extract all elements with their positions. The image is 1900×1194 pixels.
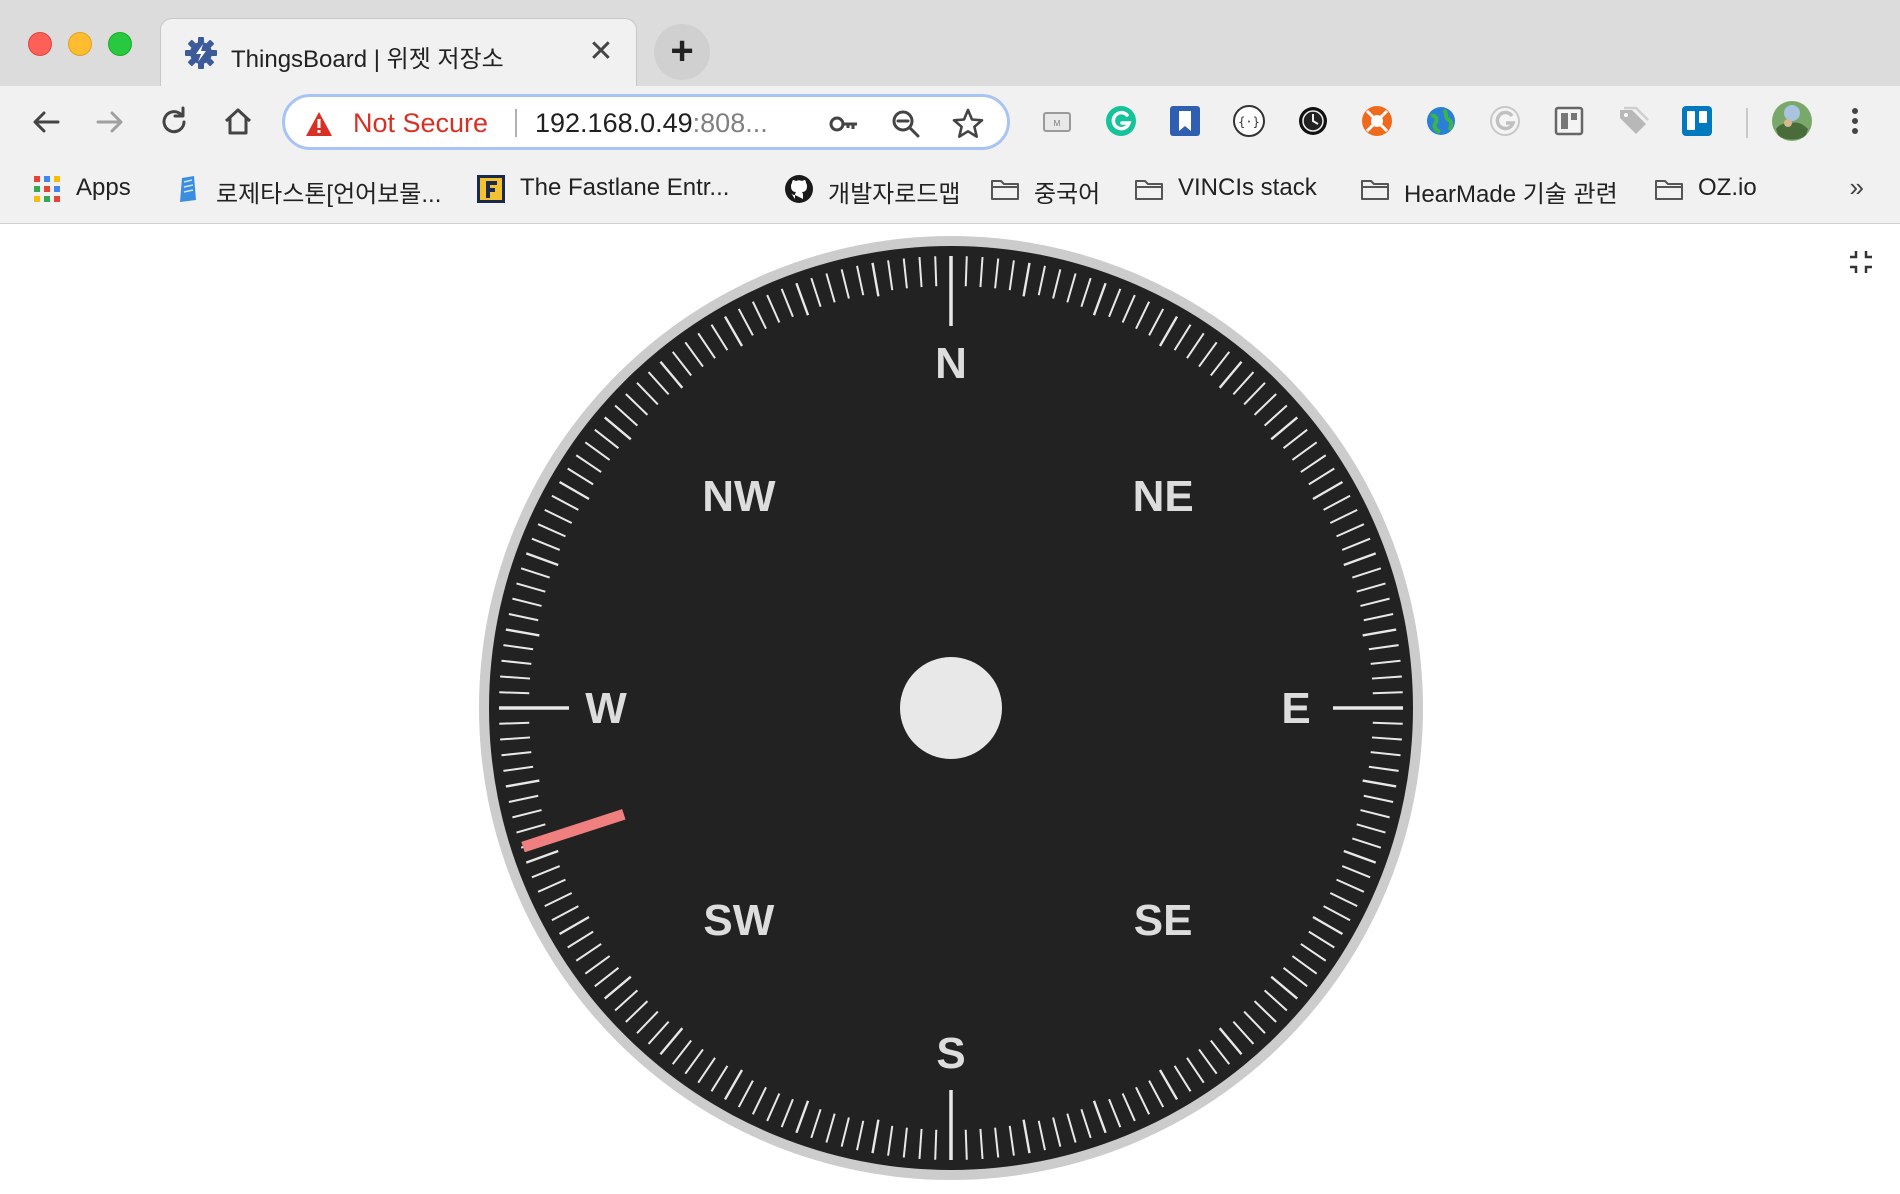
- fastlane-icon: [477, 175, 505, 203]
- json-formatter-icon[interactable]: {·}: [1230, 102, 1268, 140]
- google-extension-icon[interactable]: [1486, 102, 1524, 140]
- address-bar[interactable]: Not Secure 192.168.0.49:808...: [282, 94, 1010, 150]
- compass-tick: [499, 691, 530, 695]
- bookmark-folder-hearmade[interactable]: HearMade 기술 관련: [1360, 168, 1630, 208]
- tab-title: ThingsBoard | 위젯 저장소: [231, 46, 504, 73]
- compass-hub: [900, 657, 1002, 759]
- bookmark-folder-vincis-stack[interactable]: VINCIs stack: [1134, 168, 1334, 208]
- github-icon: [785, 175, 813, 203]
- home-button[interactable]: [216, 100, 260, 144]
- new-tab-button[interactable]: +: [654, 24, 710, 80]
- reader-view-icon[interactable]: [1550, 102, 1588, 140]
- compass-tick: [934, 256, 938, 287]
- compass-tick: [934, 1129, 938, 1160]
- bookmarks-overflow-icon[interactable]: »: [1850, 172, 1864, 203]
- compass-tick: [1372, 721, 1403, 725]
- back-button[interactable]: [24, 100, 68, 144]
- home-icon: [224, 108, 252, 135]
- rosetta-stone-icon: [180, 176, 196, 202]
- bookmark-apps[interactable]: Apps: [32, 168, 142, 208]
- exit-fullscreen-icon[interactable]: [1848, 249, 1874, 275]
- zoom-out-icon[interactable]: [889, 107, 923, 141]
- not-secure-label[interactable]: Not Secure: [353, 108, 488, 139]
- warning-icon: [306, 112, 332, 136]
- grammarly-icon[interactable]: [1102, 102, 1140, 140]
- compass-label-n: N: [935, 339, 967, 388]
- omnibox-divider: [515, 109, 517, 137]
- compass-label-e: E: [1281, 684, 1310, 733]
- compass-label-s: S: [936, 1029, 965, 1078]
- compass-tick: [499, 721, 530, 725]
- browser-tab-active[interactable]: ThingsBoard | 위젯 저장소 ✕: [160, 18, 637, 86]
- folder-icon: [1655, 180, 1683, 200]
- compass-label-sw: SW: [703, 896, 774, 945]
- browser-menu-icon[interactable]: [1836, 102, 1874, 140]
- bookmark-folder-oz-io[interactable]: OZ.io: [1654, 168, 1774, 208]
- compass-tick: [964, 1129, 968, 1160]
- url-text[interactable]: 192.168.0.49:808...: [535, 108, 797, 139]
- folder-icon: [1135, 180, 1163, 200]
- svg-text:{·}: {·}: [1238, 115, 1260, 129]
- folder-icon: [991, 180, 1019, 200]
- tag-extension-icon[interactable]: [1614, 102, 1652, 140]
- widget-content-area: N NE E SE S SW W NW: [0, 225, 1900, 1194]
- globe-extension-icon[interactable]: [1422, 102, 1460, 140]
- arrow-right-icon: [96, 111, 123, 133]
- bookmark-folder-chinese[interactable]: 중국어: [990, 168, 1110, 208]
- bookmark-rosetta-stone[interactable]: 로제타스톤[언어보물...: [172, 168, 442, 208]
- toolbar-divider: [1746, 108, 1748, 138]
- svg-text:M: M: [1054, 119, 1061, 128]
- close-window-button[interactable]: [28, 32, 52, 56]
- compass-tick: [1372, 691, 1403, 695]
- lifebuoy-extension-icon[interactable]: [1358, 102, 1396, 140]
- extension-reader-icon[interactable]: M: [1038, 102, 1076, 140]
- browser-titlebar: ThingsBoard | 위젯 저장소 ✕ +: [0, 0, 1900, 86]
- compass-label-nw: NW: [702, 472, 776, 521]
- browser-toolbar: Not Secure 192.168.0.49:808... M {·}: [0, 86, 1900, 158]
- bookmarks-bar: Apps 로제타스톤[언어보물... The Fastlane Entr... …: [0, 158, 1900, 224]
- reload-button[interactable]: [152, 100, 196, 144]
- compass-label-se: SE: [1134, 896, 1193, 945]
- key-icon[interactable]: [827, 107, 861, 141]
- compass-label-w: W: [585, 684, 627, 733]
- compass-tick: [964, 256, 968, 287]
- thingsboard-gear-icon: [185, 37, 217, 69]
- folder-icon: [1361, 180, 1389, 200]
- arrow-left-icon: [33, 111, 60, 133]
- minimize-window-button[interactable]: [68, 32, 92, 56]
- bookmark-star-icon[interactable]: [951, 107, 985, 141]
- bookmark-developer-roadmap[interactable]: 개발자로드맵: [784, 168, 964, 208]
- bookmark-fastlane[interactable]: The Fastlane Entr...: [476, 168, 746, 208]
- compass-gauge: N NE E SE S SW W NW: [479, 236, 1423, 1180]
- clock-extension-icon[interactable]: [1294, 102, 1332, 140]
- apps-grid-icon: [34, 176, 60, 202]
- trello-icon[interactable]: [1678, 102, 1716, 140]
- maximize-window-button[interactable]: [108, 32, 132, 56]
- profile-avatar[interactable]: [1770, 99, 1814, 143]
- compass-label-ne: NE: [1133, 472, 1194, 521]
- bookmark-extension-icon[interactable]: [1166, 102, 1204, 140]
- forward-button[interactable]: [88, 100, 132, 144]
- reload-icon: [162, 106, 186, 134]
- tab-close-icon[interactable]: ✕: [586, 37, 616, 67]
